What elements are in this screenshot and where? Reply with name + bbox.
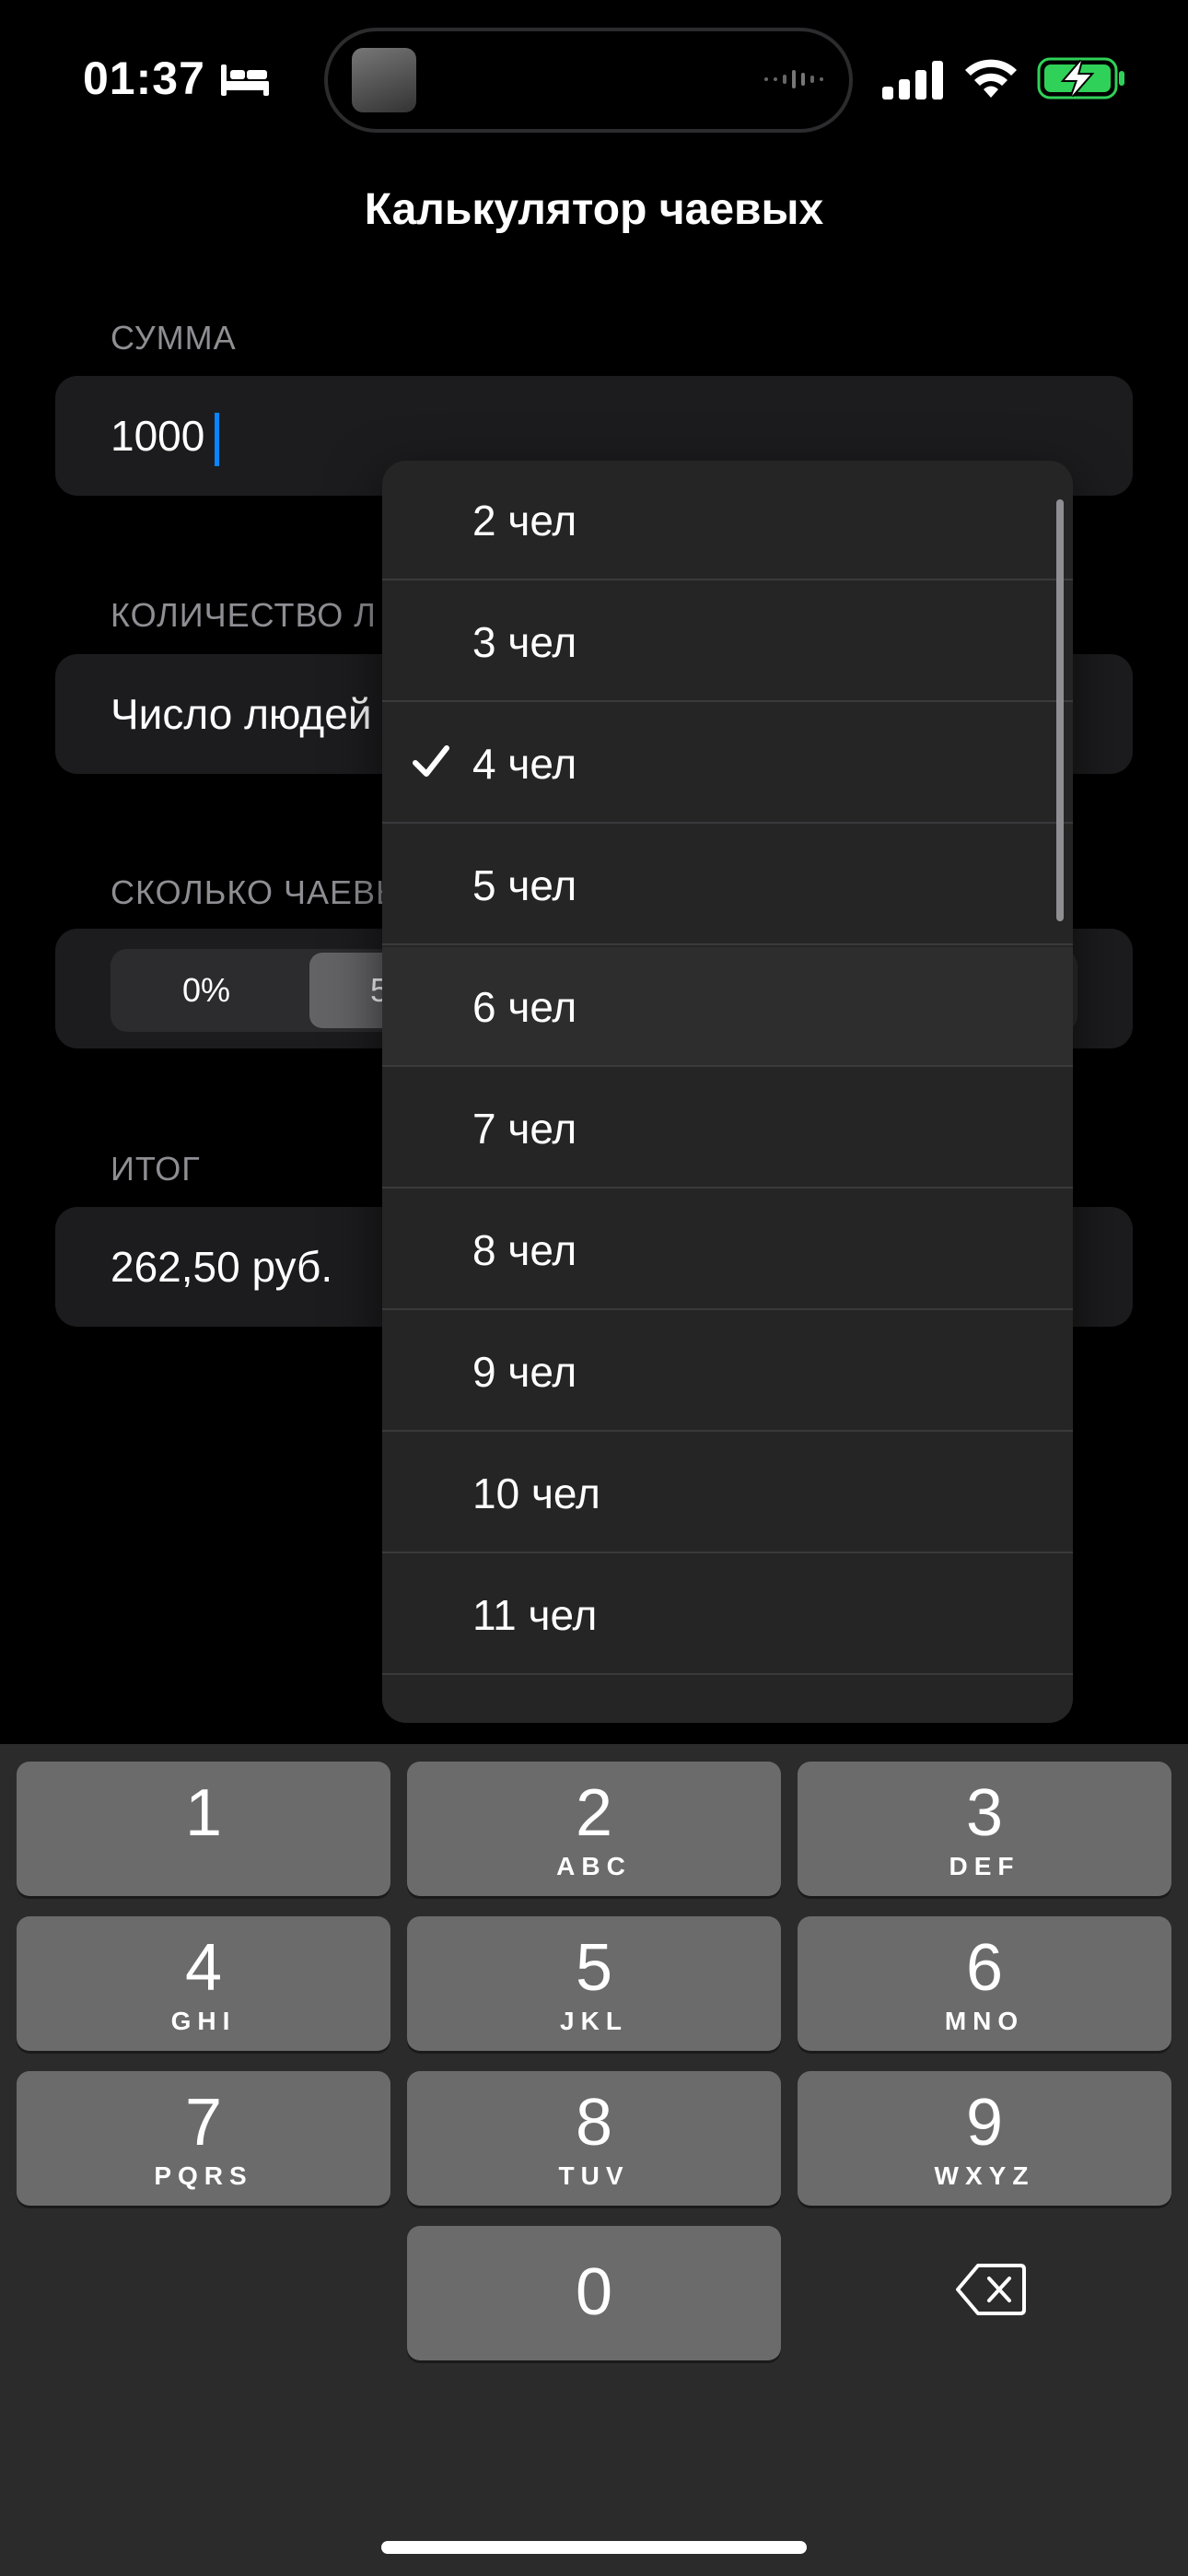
people-section-header: КОЛИЧЕСТВО Л	[111, 596, 377, 634]
battery-charging-icon	[1037, 57, 1124, 100]
wifi-icon	[965, 59, 1017, 98]
menu-item-label: 4 чел	[472, 740, 577, 788]
key-letters: JKL	[560, 2007, 628, 2035]
menu-item-label: 11 чел	[472, 1591, 598, 1639]
menu-item-label: 10 чел	[472, 1469, 600, 1517]
menu-item-11[interactable]: 11 чел	[382, 1555, 1073, 1675]
key-4[interactable]: 4 GHI	[17, 1916, 390, 2051]
menu-item-2[interactable]: 2 чел	[382, 461, 1073, 580]
people-picker-label: Число людей	[111, 690, 372, 738]
key-number: 6	[965, 1931, 1004, 2005]
menu-item-label: 6 чел	[472, 983, 577, 1031]
key-number: 3	[965, 1776, 1004, 1850]
key-letters: DEF	[949, 1852, 1020, 1880]
menu-item-label: 7 чел	[472, 1105, 577, 1153]
menu-item-8[interactable]: 8 чел	[382, 1190, 1073, 1310]
key-letters: ABC	[556, 1852, 632, 1880]
menu-item-label: 5 чел	[472, 861, 577, 909]
key-8[interactable]: 8 TUV	[407, 2071, 781, 2206]
key-letters: WXYZ	[934, 2161, 1035, 2190]
key-letters: GHI	[170, 2007, 237, 2035]
text-cursor	[215, 413, 219, 466]
total-section-header: ИТОГ	[111, 1150, 201, 1188]
menu-item-3[interactable]: 3 чел	[382, 582, 1073, 702]
audio-wave-icon	[764, 70, 823, 88]
menu-item-6[interactable]: 6 чел	[382, 947, 1073, 1067]
now-playing-artwork	[352, 48, 416, 112]
signal-icon	[882, 61, 943, 100]
key-5[interactable]: 5 JKL	[407, 1916, 781, 2051]
key-number: 5	[575, 1931, 613, 2005]
menu-item-4[interactable]: 4 чел	[382, 704, 1073, 824]
menu-item-label: 2 чел	[472, 497, 577, 544]
amount-section-header: СУММА	[111, 319, 237, 357]
key-number: 9	[965, 2086, 1004, 2160]
menu-item-10[interactable]: 10 чел	[382, 1434, 1073, 1553]
key-9[interactable]: 9 WXYZ	[798, 2071, 1171, 2206]
key-letters: PQRS	[154, 2161, 253, 2190]
status-time: 01:37	[83, 53, 205, 104]
checkmark-icon	[413, 745, 449, 777]
amount-value: 1000	[111, 412, 205, 460]
menu-item-9[interactable]: 9 чел	[382, 1312, 1073, 1432]
key-number: 2	[575, 1776, 613, 1850]
key-2[interactable]: 2 ABC	[407, 1762, 781, 1896]
key-0[interactable]: 0	[407, 2226, 781, 2360]
key-7[interactable]: 7 PQRS	[17, 2071, 390, 2206]
key-letters: MNO	[944, 2007, 1025, 2035]
people-dropdown-menu[interactable]: 2 чел 3 чел 4 чел 5 чел 6 чел 7 чел 8 че…	[382, 461, 1073, 1723]
menu-item-label: 3 чел	[472, 618, 577, 666]
key-number: 1	[184, 1776, 223, 1850]
key-3[interactable]: 3 DEF	[798, 1762, 1171, 1896]
home-indicator[interactable]	[381, 2541, 807, 2554]
key-number: 7	[184, 2086, 223, 2160]
key-number: 8	[575, 2086, 613, 2160]
menu-item-label: 9 чел	[472, 1348, 577, 1396]
tips-section-header: СКОЛЬКО ЧАЕВЫ	[111, 873, 406, 911]
tip-segment-0[interactable]: 0%	[111, 949, 302, 1032]
key-6[interactable]: 6 MNO	[798, 1916, 1171, 2051]
key-1[interactable]: 1	[17, 1762, 390, 1896]
page-title: Калькулятор чаевых	[364, 185, 824, 234]
delete-left-icon[interactable]	[956, 2262, 1026, 2317]
menu-scrollbar[interactable]	[1056, 499, 1064, 921]
bed-icon	[221, 64, 269, 96]
menu-item-5[interactable]: 5 чел	[382, 825, 1073, 945]
key-number: 4	[184, 1931, 223, 2005]
key-letters: TUV	[558, 2161, 630, 2190]
menu-item-7[interactable]: 7 чел	[382, 1069, 1073, 1188]
key-number: 0	[575, 2255, 613, 2329]
menu-item-label: 8 чел	[472, 1226, 577, 1274]
total-value: 262,50 руб.	[111, 1243, 333, 1291]
